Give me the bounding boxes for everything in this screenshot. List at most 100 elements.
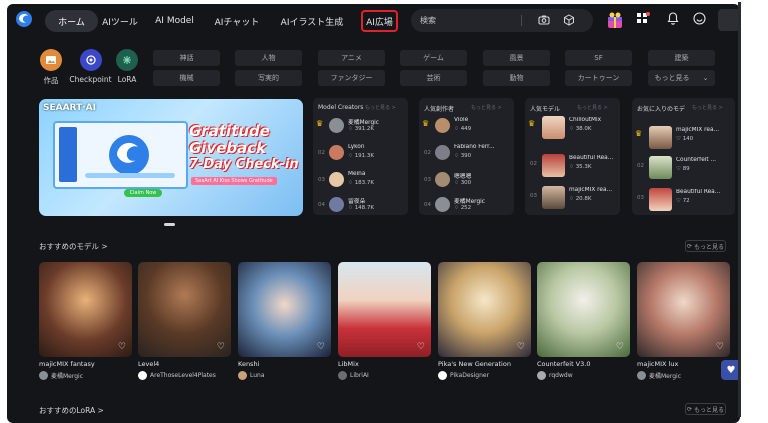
model-card-author[interactable]: AreThoseLevel4Plates	[138, 371, 231, 380]
search-input[interactable]	[420, 16, 520, 25]
model-card-author[interactable]: Luna	[238, 371, 331, 380]
author-avatar	[39, 371, 48, 380]
tag-realistic[interactable]: 写実的	[235, 70, 302, 86]
bell-icon[interactable]	[667, 12, 679, 25]
tag-sf[interactable]: SF	[565, 50, 632, 66]
ranking-row[interactable]: ♛ 麦橘Mergic ♢ 391.2K	[313, 116, 408, 138]
model-name: majicMIX rea...	[676, 127, 720, 133]
ranking-row[interactable]: 02 Beautiful Rea... ♢ 35.3K	[525, 154, 620, 182]
gift-box-icon[interactable]	[606, 11, 624, 29]
tag-more-dropdown[interactable]: もっと見る ⌄	[648, 70, 715, 86]
ranking-row[interactable]: 02 Lykon ♢ 191.3K	[313, 143, 408, 165]
model-card-author[interactable]: 麦橘Mergic	[637, 371, 730, 380]
ranking-row[interactable]: 03 majicMIX rea... ♢ 20.8K	[525, 186, 620, 214]
ranking-row[interactable]: 03 Beautiful Rea... ♡ 72	[632, 188, 727, 216]
lora-more-button[interactable]: ⟳ もっと見る	[685, 403, 726, 415]
tag-machine[interactable]: 機械	[153, 70, 220, 86]
recommended-models-title[interactable]: おすすめのモデル >	[39, 241, 108, 252]
model-card[interactable]: ♡ Pika's New Generation PikaDesigner	[438, 262, 531, 380]
artists-more-link[interactable]: もっと見る >	[471, 104, 502, 111]
ranking-row[interactable]: 02 Fabiano Ferr... ♢ 390	[419, 143, 514, 165]
model-card-author[interactable]: rqdwdw	[537, 371, 630, 380]
model-card[interactable]: ♡ majicMIX fantasy 麦橘Mergic	[39, 262, 132, 380]
refresh-icon: ⟳	[687, 405, 694, 413]
model-card-image[interactable]: ♡	[537, 262, 630, 357]
nav-home[interactable]: ホーム	[45, 10, 98, 32]
model-card-author[interactable]: PikaDesigner	[438, 371, 531, 380]
category-lora[interactable]: LoRA	[107, 49, 147, 84]
nav-ai-square[interactable]: AI広場	[361, 10, 398, 32]
tag-game[interactable]: ゲーム	[400, 50, 467, 66]
model-card[interactable]: ♡ LibMix LibriAI	[338, 262, 431, 380]
seaart-logo-icon[interactable]	[15, 10, 33, 28]
model-card-name: majicMIX lux	[637, 360, 679, 368]
heart-icon[interactable]: ♡	[716, 342, 724, 352]
cube-icon[interactable]	[563, 14, 575, 26]
models-more-link[interactable]: もっと見る >	[577, 104, 608, 111]
model-card-author[interactable]: 麦橘Mergic	[39, 371, 132, 380]
model-card-image[interactable]: ♡	[438, 262, 531, 357]
nav-ai-illust[interactable]: AIイラスト生成	[277, 10, 347, 32]
model-card-author[interactable]: LibriAI	[338, 371, 431, 380]
heart-icon[interactable]: ♡	[517, 342, 525, 352]
model-card[interactable]: ♡ majicMIX lux 麦橘Mergic	[637, 262, 730, 380]
model-card-image[interactable]: ♡	[338, 262, 431, 357]
ranking-row[interactable]: ♛ majicMIX rea... ♡ 140	[632, 126, 727, 154]
tag-mythology[interactable]: 神話	[153, 50, 220, 66]
tag-fantasy[interactable]: ファンタジー	[318, 70, 385, 86]
heart-icon[interactable]: ♡	[118, 342, 126, 352]
rank-number: 02	[424, 150, 431, 156]
ranking-row[interactable]: 02 Counterfeit ... ♡ 89	[632, 156, 727, 184]
model-card-image[interactable]: ♡	[138, 262, 231, 357]
model-name: majicMIX rea...	[569, 187, 613, 193]
model-card-image[interactable]: ♡	[39, 262, 132, 357]
avatar	[329, 172, 344, 187]
camera-icon[interactable]	[538, 14, 550, 26]
model-card-image[interactable]: ♡	[637, 262, 730, 357]
nav-ai-model[interactable]: AI Model	[152, 10, 197, 32]
heart-icon[interactable]: ♡	[616, 342, 624, 352]
heart-icon[interactable]: ♡	[417, 342, 425, 352]
model-card[interactable]: ♡ Kenshi Luna	[238, 262, 331, 380]
author-name: 麦橘Mergic	[51, 373, 84, 380]
model-card[interactable]: ♡ Level4 AreThoseLevel4Plates	[138, 262, 231, 380]
ranking-row[interactable]: 04 留夜朵 ♢ 148.7K	[313, 195, 408, 217]
ranking-row[interactable]: ♛ ChilloutMix ♢ 38.0K	[525, 116, 620, 144]
tag-people[interactable]: 人物	[235, 50, 302, 66]
user-avatar[interactable]	[718, 9, 740, 31]
model-card-image[interactable]: ♡	[238, 262, 331, 357]
banner-title-2: Giveback	[189, 139, 267, 157]
tag-animal[interactable]: 動物	[483, 70, 550, 86]
page-scrollbar[interactable]	[738, 2, 741, 417]
nav-ai-tools[interactable]: AIツール	[99, 10, 141, 32]
recommended-lora-title[interactable]: おすすめのLoRA >	[39, 405, 104, 416]
creators-more-link[interactable]: もっと見る >	[365, 104, 396, 111]
banner-claim-button[interactable]: Claim Now	[124, 189, 162, 197]
smiley-face-icon[interactable]	[693, 12, 706, 25]
creator-name: Lykon	[348, 144, 365, 150]
ranking-row[interactable]: 04 麦橘Mergic ♢ 252	[419, 195, 514, 217]
ranking-row[interactable]: 03 嗯嗯嗯 ♢ 300	[419, 170, 514, 192]
ranking-row[interactable]: 03 Meina ♢ 183.7K	[313, 170, 408, 192]
model-card[interactable]: ♡ Counterfeit V3.0 rqdwdw	[537, 262, 630, 380]
search-bar[interactable]	[411, 9, 593, 32]
favorites-ranking-title: お気に入りのモデ	[637, 106, 686, 113]
tag-art[interactable]: 芸術	[400, 70, 467, 86]
recommended-more-button[interactable]: ⟳ もっと見る	[685, 240, 726, 252]
author-name: rqdwdw	[549, 372, 573, 379]
ranking-row[interactable]: ♛ Viole ♢ 449	[419, 116, 514, 138]
avatar	[329, 118, 344, 133]
tag-anime[interactable]: アニメ	[318, 50, 385, 66]
models-ranking-title: 人気モデル	[530, 106, 561, 113]
heart-icon[interactable]: ♡	[317, 342, 325, 352]
promo-banner[interactable]: SEAART·AI Claim Now Gratitude Giveback 7…	[39, 99, 303, 216]
category-works[interactable]: 作品	[31, 49, 71, 86]
tag-landscape[interactable]: 風景	[483, 50, 550, 66]
heart-icon[interactable]: ♡	[217, 342, 225, 352]
model-thumbnail	[542, 154, 565, 177]
carousel-indicator[interactable]	[164, 223, 175, 226]
nav-ai-chat[interactable]: AIチャット	[212, 10, 262, 32]
favorites-more-link[interactable]: もっと見る >	[692, 104, 723, 111]
tag-architecture[interactable]: 建築	[648, 50, 715, 66]
tag-cartoon[interactable]: カートゥーン	[565, 70, 632, 86]
